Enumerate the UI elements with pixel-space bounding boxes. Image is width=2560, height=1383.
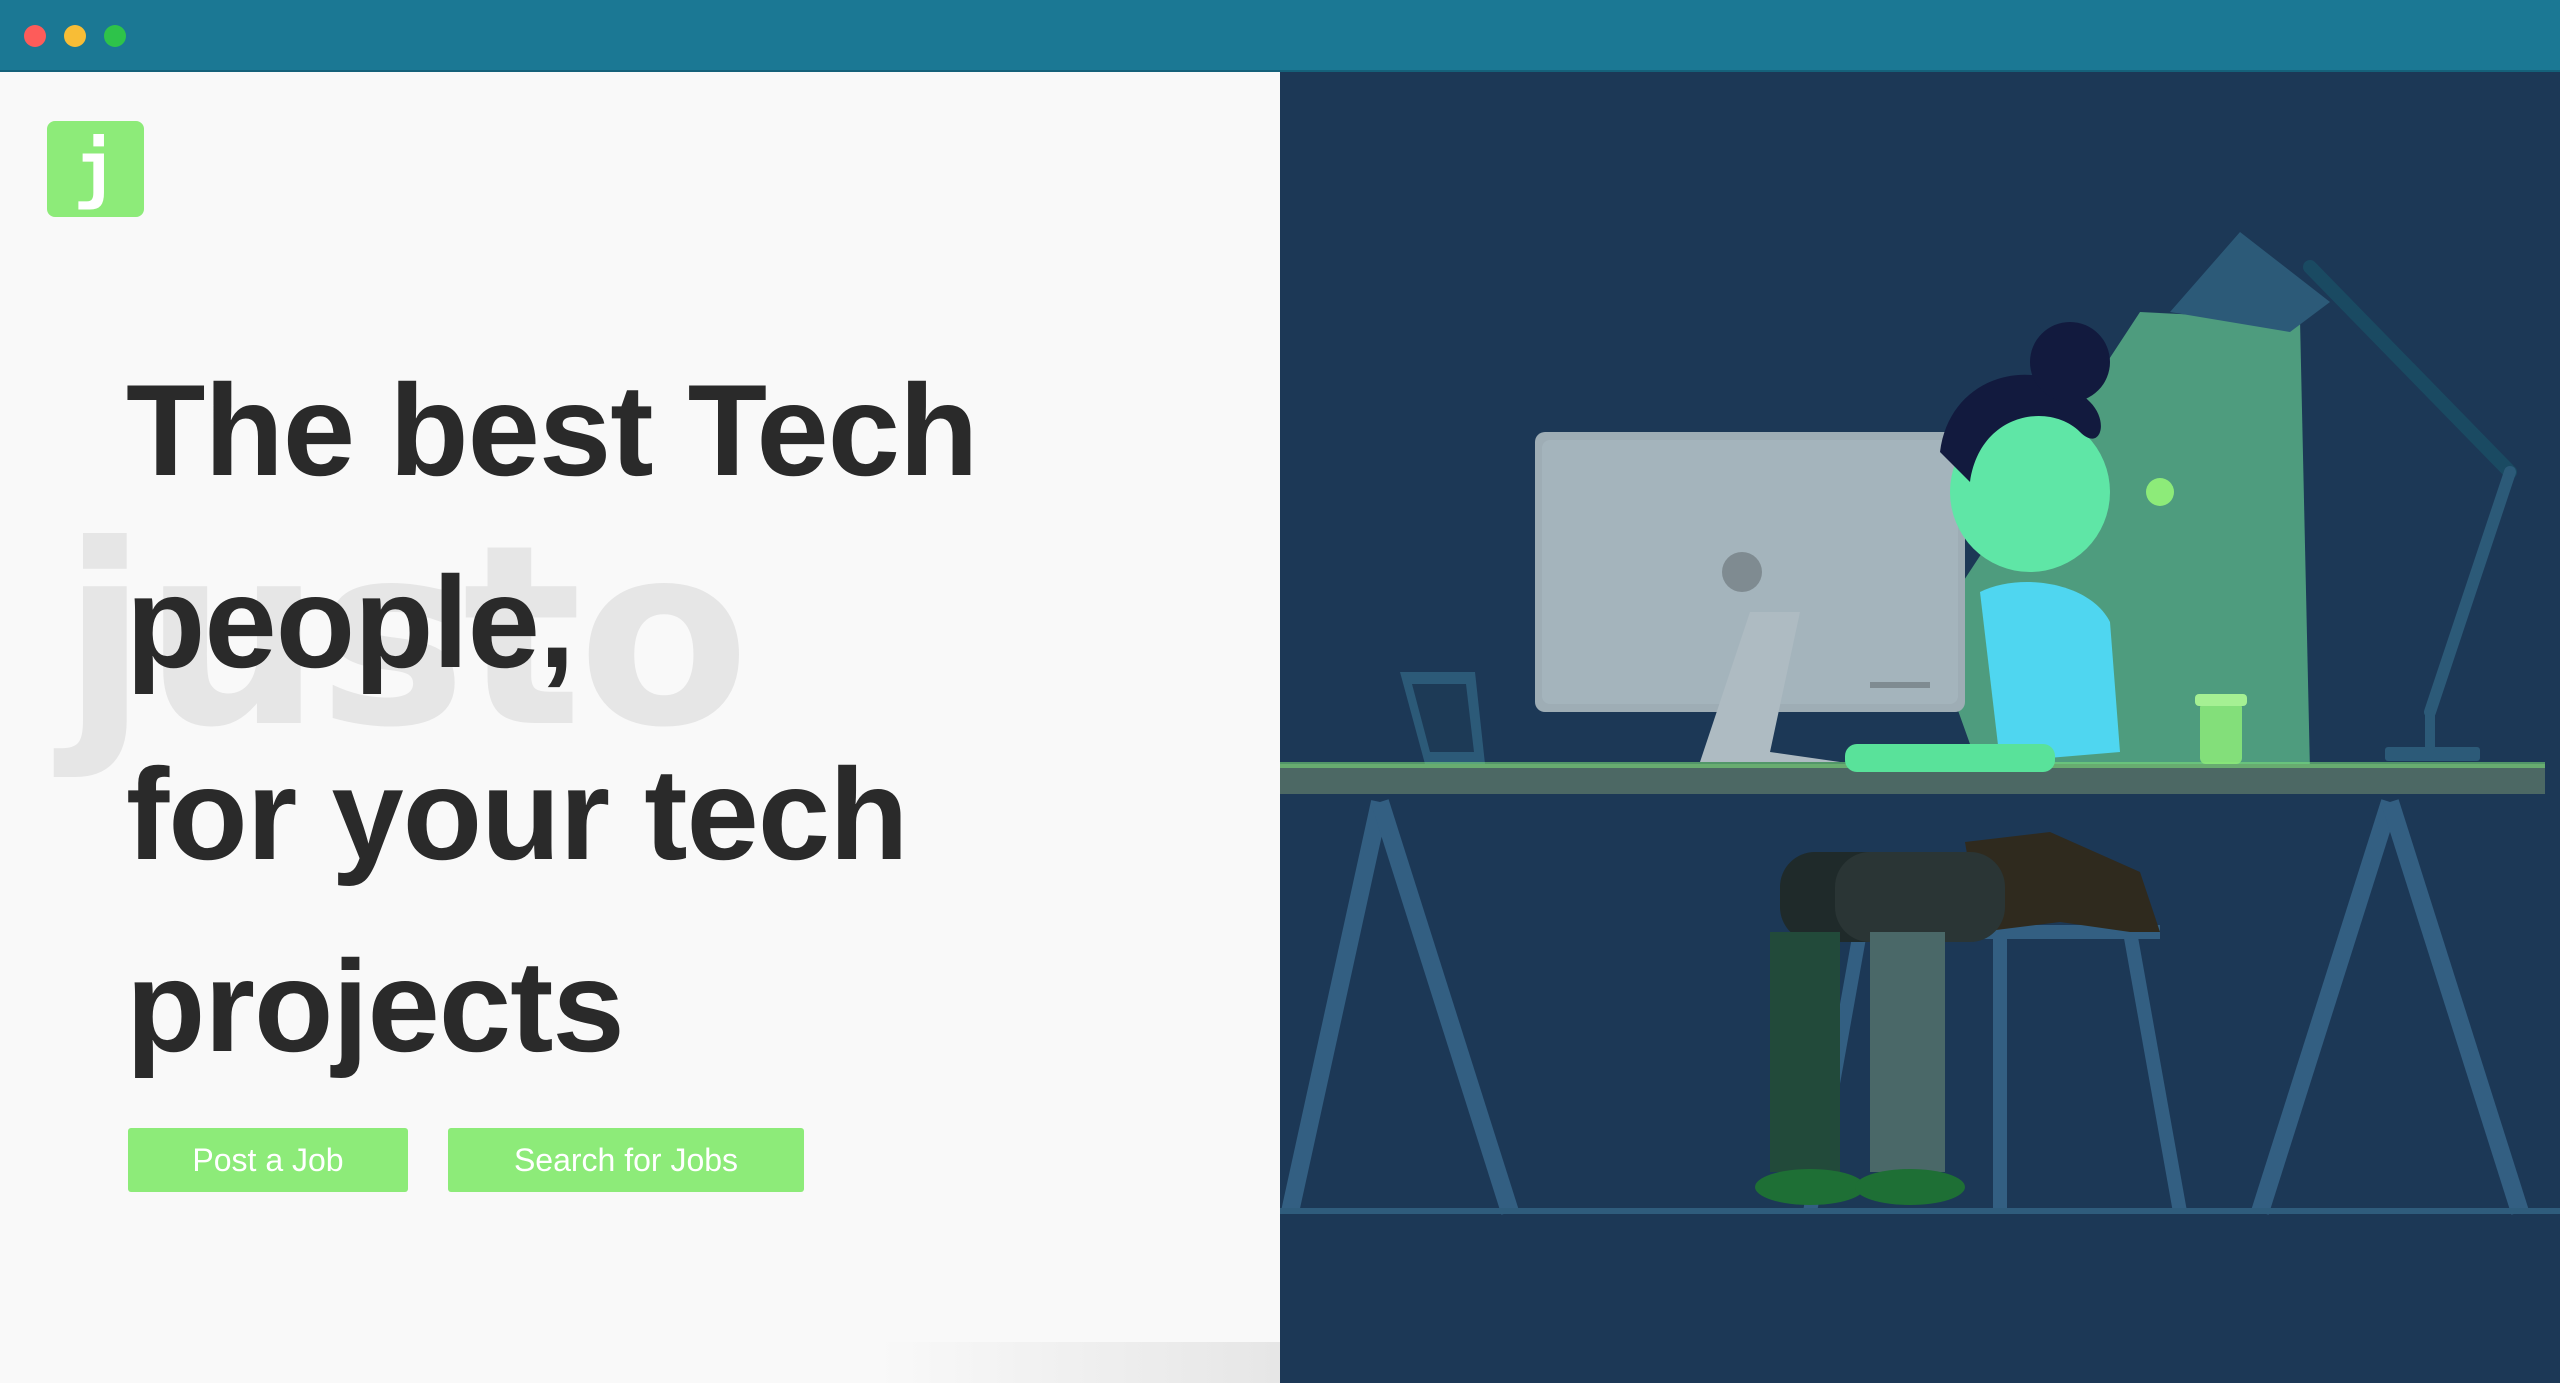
desk-illustration <box>1280 232 2560 1215</box>
headline-line-4: projects <box>126 933 625 1079</box>
justo-logo[interactable]: j <box>47 121 144 217</box>
hero-illustration <box>1280 72 2560 1383</box>
search-jobs-button[interactable]: Search for Jobs <box>448 1128 804 1192</box>
hero-panel: j justo The best Tech people, for your t… <box>0 72 1280 1383</box>
floor-line <box>1280 1208 2560 1214</box>
minimize-window-button[interactable] <box>64 25 86 47</box>
window-titlebar <box>0 0 2560 72</box>
hero-headline: The best Tech people, for your tech proj… <box>126 334 1226 1102</box>
divider-shadow <box>880 1342 1280 1383</box>
photo-frame-icon <box>1400 672 1485 764</box>
logo-letter: j <box>73 126 118 212</box>
post-job-button[interactable]: Post a Job <box>128 1128 408 1192</box>
desktop-computer-icon <box>1535 432 1965 762</box>
headline-line-2: people, <box>126 549 575 695</box>
headline-line-1: The best Tech <box>126 357 978 503</box>
chair <box>1803 925 2187 1214</box>
close-window-button[interactable] <box>24 25 46 47</box>
headline-line-3: for your tech <box>126 741 909 887</box>
zoom-window-button[interactable] <box>104 25 126 47</box>
coffee-cup-icon <box>2195 694 2247 764</box>
